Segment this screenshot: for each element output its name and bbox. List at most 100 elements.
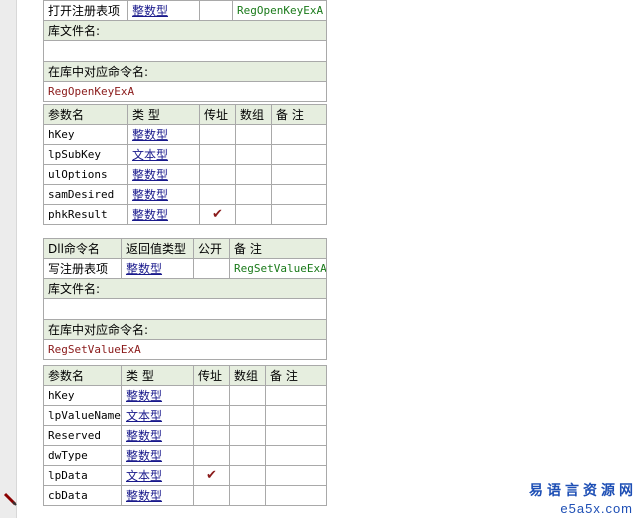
param-array[interactable] [235, 164, 272, 185]
note-cell[interactable]: RegSetValueExA [229, 258, 327, 279]
param-array[interactable] [229, 485, 266, 506]
param-note[interactable] [265, 425, 327, 446]
param-byref[interactable] [199, 164, 236, 185]
param-type[interactable]: 文本型 [127, 144, 200, 165]
param-note-header: 备 注 [271, 104, 327, 125]
table-row[interactable]: lpValueName 文本型 [43, 405, 327, 426]
param-note[interactable] [271, 184, 327, 205]
param-type[interactable]: 文本型 [121, 405, 194, 426]
table-row[interactable]: phkResult 整数型 ✔ [43, 204, 327, 225]
param-byref[interactable] [193, 385, 230, 406]
param-byref[interactable] [199, 124, 236, 145]
param-array[interactable] [235, 144, 272, 165]
dll-command-table-1: 打开注册表项 整数型 RegOpenKeyExA 库文件名: 在库中对应命令名:… [43, 0, 327, 102]
param-array[interactable] [235, 204, 272, 225]
return-type-cell[interactable]: 整数型 [127, 0, 200, 21]
library-file-label: 库文件名: [43, 20, 327, 41]
param-name[interactable]: lpSubKey [43, 144, 128, 165]
param-array[interactable] [229, 445, 266, 466]
param-name[interactable]: hKey [43, 124, 128, 145]
param-note[interactable] [271, 144, 327, 165]
param-type[interactable]: 整数型 [127, 184, 200, 205]
table-row[interactable]: dwType 整数型 [43, 445, 327, 466]
command-name-cell[interactable]: 打开注册表项 [43, 0, 128, 21]
return-type-header: 返回值类型 [121, 238, 194, 259]
param-array[interactable] [229, 385, 266, 406]
table-row[interactable]: ulOptions 整数型 [43, 164, 327, 185]
param-name[interactable]: Reserved [43, 425, 122, 446]
note-cell[interactable]: RegOpenKeyExA [232, 0, 327, 21]
param-array[interactable] [229, 405, 266, 426]
param-name-header: 参数名 [43, 104, 128, 125]
param-byref-checkmark[interactable]: ✔ [193, 465, 230, 486]
table-row[interactable]: hKey 整数型 [43, 124, 327, 145]
param-byref[interactable] [193, 425, 230, 446]
param-byref-header: 传址 [199, 104, 236, 125]
param-name[interactable]: dwType [43, 445, 122, 466]
pen-icon [3, 492, 17, 506]
param-name[interactable]: cbData [43, 485, 122, 506]
table-row[interactable]: lpSubKey 文本型 [43, 144, 327, 165]
param-type[interactable]: 整数型 [121, 425, 194, 446]
param-name[interactable]: lpData [43, 465, 122, 486]
table-row[interactable]: Reserved 整数型 [43, 425, 327, 446]
param-note[interactable] [271, 204, 327, 225]
table-row[interactable]: samDesired 整数型 [43, 184, 327, 205]
param-type[interactable]: 整数型 [121, 445, 194, 466]
param-note-header: 备 注 [265, 365, 327, 386]
param-byref-checkmark[interactable]: ✔ [199, 204, 236, 225]
library-file-label: 库文件名: [43, 278, 327, 299]
param-note[interactable] [265, 385, 327, 406]
param-name[interactable]: phkResult [43, 204, 128, 225]
param-array[interactable] [229, 425, 266, 446]
param-note[interactable] [265, 465, 327, 486]
param-byref[interactable] [199, 144, 236, 165]
param-note[interactable] [265, 485, 327, 506]
param-table-1: 参数名 类 型 传址 数组 备 注 hKey 整数型 lpSubKey 文本型 … [43, 104, 327, 225]
param-byref[interactable] [193, 445, 230, 466]
library-file-value[interactable] [43, 298, 327, 320]
library-command-value[interactable]: RegOpenKeyExA [43, 81, 327, 102]
param-byref[interactable] [199, 184, 236, 205]
table-row[interactable]: cbData 整数型 [43, 485, 327, 506]
watermark-url: e5a5x.com [560, 501, 633, 516]
param-type-header: 类 型 [121, 365, 194, 386]
library-command-value[interactable]: RegSetValueExA [43, 339, 327, 360]
command-name-cell[interactable]: 写注册表项 [43, 258, 122, 279]
watermark-logo: 易语言资源网 [529, 483, 637, 499]
param-table-2: 参数名 类 型 传址 数组 备 注 hKey 整数型 lpValueName 文… [43, 365, 327, 506]
library-command-label: 在库中对应命令名: [43, 61, 327, 82]
param-array[interactable] [229, 465, 266, 486]
library-command-label: 在库中对应命令名: [43, 319, 327, 340]
public-header: 公开 [193, 238, 230, 259]
param-array-header: 数组 [229, 365, 266, 386]
library-file-value[interactable] [43, 40, 327, 62]
param-name[interactable]: lpValueName [43, 405, 122, 426]
param-note[interactable] [265, 445, 327, 466]
param-type[interactable]: 整数型 [127, 204, 200, 225]
param-note[interactable] [271, 124, 327, 145]
param-type[interactable]: 整数型 [127, 164, 200, 185]
param-byref[interactable] [193, 485, 230, 506]
param-note[interactable] [265, 405, 327, 426]
param-type[interactable]: 整数型 [127, 124, 200, 145]
param-array[interactable] [235, 124, 272, 145]
param-type[interactable]: 整数型 [121, 485, 194, 506]
param-type[interactable]: 整数型 [121, 385, 194, 406]
public-cell[interactable] [193, 258, 230, 279]
param-name[interactable]: hKey [43, 385, 122, 406]
param-byref[interactable] [193, 405, 230, 426]
public-cell[interactable] [199, 0, 233, 21]
param-type[interactable]: 文本型 [121, 465, 194, 486]
table-row[interactable]: lpData 文本型 ✔ [43, 465, 327, 486]
param-name[interactable]: samDesired [43, 184, 128, 205]
return-type-cell[interactable]: 整数型 [121, 258, 194, 279]
param-name[interactable]: ulOptions [43, 164, 128, 185]
left-gutter [0, 0, 17, 518]
command-name-header: Dll命令名 [43, 238, 122, 259]
param-array-header: 数组 [235, 104, 272, 125]
param-name-header: 参数名 [43, 365, 122, 386]
param-array[interactable] [235, 184, 272, 205]
table-row[interactable]: hKey 整数型 [43, 385, 327, 406]
param-note[interactable] [271, 164, 327, 185]
